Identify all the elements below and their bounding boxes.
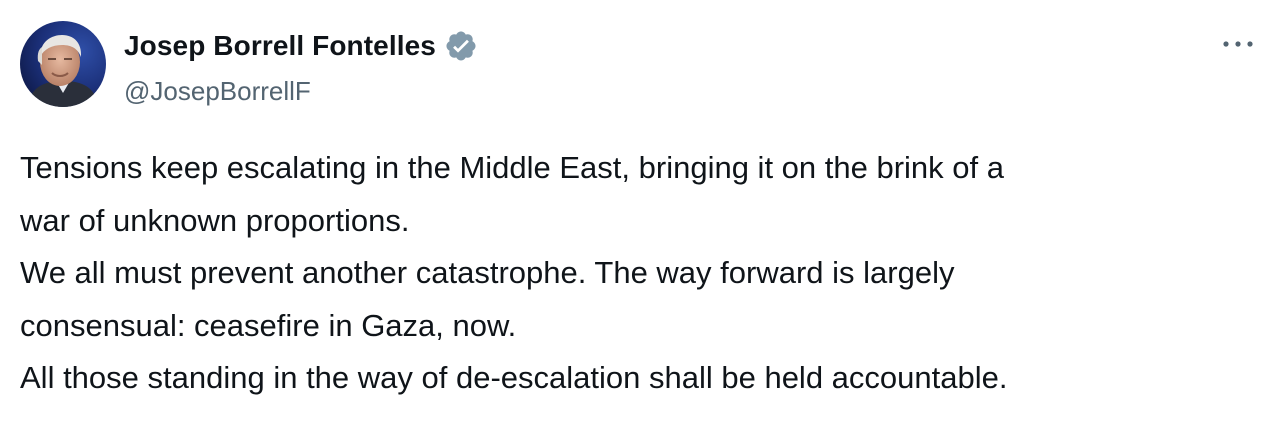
more-options-button[interactable]: [1218, 30, 1258, 60]
tweet-text-line: Tensions keep escalating in the Middle E…: [20, 150, 1004, 185]
author-block: Josep Borrell Fontelles @JosepBorrellF: [124, 26, 478, 107]
tweet-card: Josep Borrell Fontelles @JosepBorrellF T…: [0, 0, 1280, 435]
tweet-text-line: We all must prevent another catastrophe.…: [20, 255, 955, 290]
tweet-text-line: war of unknown proportions.: [20, 202, 410, 238]
avatar[interactable]: [20, 21, 106, 107]
tweet-text-line: All those standing in the way of de-esca…: [20, 360, 1008, 395]
name-row: Josep Borrell Fontelles: [124, 26, 478, 66]
verified-badge-icon[interactable]: [444, 29, 478, 63]
author-handle[interactable]: @JosepBorrellF: [124, 76, 478, 107]
more-horizontal-icon: [1221, 36, 1255, 54]
tweet-text: Tensions keep escalating in the Middle E…: [20, 142, 1240, 405]
tweet-text-line: consensual: ceasefire in Gaza, now.: [20, 307, 517, 343]
avatar-image: [20, 21, 106, 107]
author-display-name[interactable]: Josep Borrell Fontelles: [124, 30, 436, 62]
